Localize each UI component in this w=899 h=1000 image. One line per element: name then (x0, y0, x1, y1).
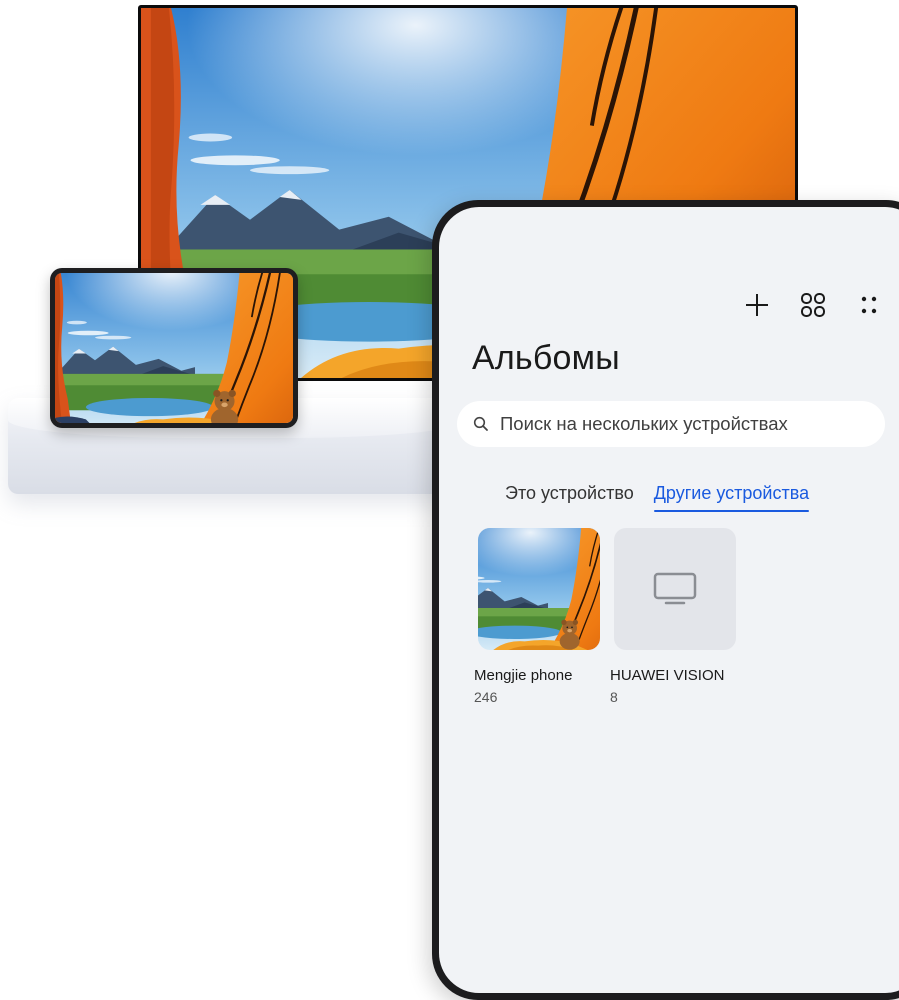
album-mengjie-phone[interactable]: Mengjie phone 246 (474, 528, 600, 705)
more-button[interactable] (841, 283, 897, 327)
album-huawei-vision[interactable]: HUAWEI VISION 8 (610, 528, 736, 705)
tab-this-device[interactable]: Это устройство (505, 483, 634, 510)
plus-icon (746, 294, 768, 316)
album-name: Mengjie phone (474, 667, 573, 684)
search-icon (473, 416, 488, 431)
album-count: 246 (474, 689, 498, 705)
album-count: 8 (610, 689, 618, 705)
album-grid: Mengjie phone 246 HUAWEI VISION 8 (474, 528, 736, 705)
tab-bar: Это устройство Другие устройства (505, 483, 810, 512)
tablet-device (50, 268, 298, 428)
phone-device: Альбомы Это устройство Другие устройства… (432, 200, 899, 1000)
phone-screen: Альбомы Это устройство Другие устройства… (439, 207, 899, 993)
grid-view-button[interactable] (785, 283, 841, 327)
tv-icon (653, 572, 697, 605)
album-thumbnail (478, 528, 600, 650)
page-title: Альбомы (472, 339, 620, 377)
toolbar (729, 283, 897, 327)
tablet-screen-photo (55, 273, 293, 423)
more-icon (861, 296, 877, 314)
search-input[interactable] (498, 412, 885, 436)
tab-other-devices[interactable]: Другие устройства (653, 483, 810, 512)
search-bar[interactable] (457, 401, 885, 447)
album-thumbnail (614, 528, 736, 650)
album-name: HUAWEI VISION (610, 667, 725, 684)
add-button[interactable] (729, 283, 785, 327)
grid-icon (801, 293, 825, 317)
